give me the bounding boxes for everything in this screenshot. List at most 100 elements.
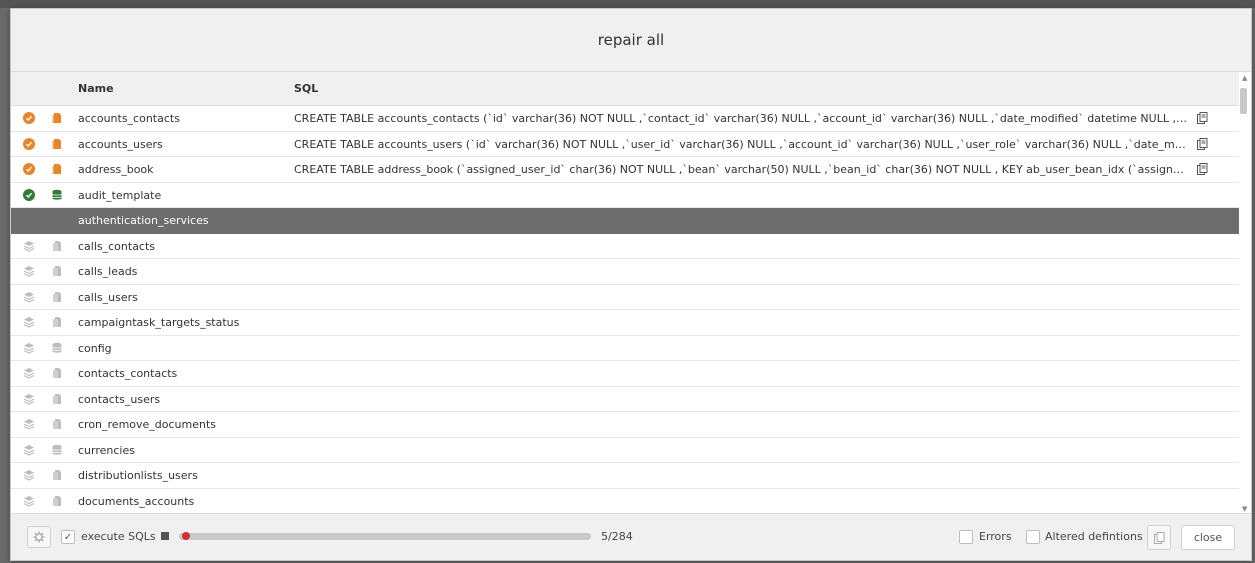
table-name: contacts_users [78, 392, 161, 406]
database-icon [52, 444, 62, 455]
checkmark-icon: ✓ [63, 531, 73, 543]
repair-dialog: repair all Name SQL accounts_contacts CRE… [10, 8, 1252, 561]
close-button-label: close [1193, 531, 1223, 544]
tables-grid: Name SQL accounts_contacts CREATE TABLE a… [11, 72, 1251, 513]
table-name: accounts_users [78, 137, 163, 151]
copy-sql-button[interactable] [1197, 137, 1209, 150]
errors-label: Errors [979, 530, 1012, 543]
column-header-name[interactable]: Name [78, 82, 114, 95]
row-status [23, 469, 35, 481]
table-name: authentication_services [78, 214, 209, 227]
dialog-footer: ✓ execute SQLs 5/284 Errors Altered defi… [11, 513, 1251, 560]
table-row[interactable]: calls_leads [11, 259, 1239, 285]
settings-button[interactable] [27, 526, 51, 548]
table-row[interactable]: distributionlists_users [11, 463, 1239, 489]
row-status [23, 342, 35, 354]
table-row[interactable]: audit_template [11, 183, 1239, 208]
altered-definitions-checkbox[interactable] [1026, 530, 1040, 544]
row-status [23, 265, 35, 277]
table-name: config [78, 341, 112, 355]
column-header-sql[interactable]: SQL [294, 82, 318, 95]
table-row[interactable]: currencies [11, 438, 1239, 463]
grid-scrollbar[interactable]: ▲ ▼ [1239, 72, 1249, 513]
file-icon [53, 291, 61, 302]
row-kind [51, 316, 63, 328]
table-name: calls_contacts [78, 239, 156, 253]
row-kind [51, 138, 63, 150]
execute-sqls-checkbox[interactable]: ✓ [61, 530, 75, 544]
table-row[interactable]: address_book CREATE TABLE address_book (`… [11, 157, 1239, 183]
stop-icon[interactable] [161, 532, 169, 540]
table-row[interactable]: documents_accounts [11, 489, 1239, 514]
file-icon [52, 113, 61, 123]
scrollbar-thumb[interactable] [1240, 88, 1247, 114]
success-warning-icon [23, 137, 35, 150]
layers-icon [23, 291, 35, 303]
success-warning-icon [23, 163, 35, 175]
table-row[interactable]: accounts_contacts CREATE TABLE accounts_c… [11, 106, 1239, 132]
scroll-up-icon[interactable]: ▲ [1242, 74, 1247, 82]
layers-icon [23, 495, 35, 507]
layers-icon [23, 240, 35, 252]
table-row[interactable]: config [11, 336, 1239, 361]
success-warning-icon [23, 112, 35, 124]
row-kind [51, 367, 63, 379]
copy-sql-button[interactable] [1197, 163, 1209, 175]
layers-icon [23, 393, 35, 405]
dialog-title: repair all [597, 31, 665, 49]
row-status [23, 291, 35, 303]
row-kind [51, 418, 63, 430]
row-status [23, 367, 35, 379]
table-name: calls_users [78, 290, 138, 304]
scroll-down-icon[interactable]: ▼ [1242, 505, 1247, 513]
row-status [23, 418, 35, 430]
row-kind [51, 163, 63, 175]
table-row[interactable]: authentication_services [11, 208, 1239, 234]
row-kind [51, 469, 63, 481]
row-status [23, 214, 35, 226]
file-icon [53, 419, 61, 429]
layers-icon [23, 317, 35, 328]
errors-checkbox[interactable] [959, 530, 973, 544]
table-row[interactable]: calls_users [11, 285, 1239, 310]
file-icon [53, 317, 61, 327]
row-status [23, 495, 35, 507]
success-icon [23, 188, 35, 201]
row-status [23, 240, 35, 252]
row-status [23, 316, 35, 328]
table-name: contacts_contacts [78, 367, 178, 380]
execute-sqls-label: execute SQLs [81, 530, 156, 543]
row-kind [51, 214, 63, 226]
table-row[interactable]: contacts_contacts [11, 361, 1239, 387]
layers-icon [23, 266, 35, 277]
copy-all-button[interactable] [1147, 525, 1171, 550]
row-kind [51, 265, 63, 277]
table-name: cron_remove_documents [78, 418, 217, 431]
table-row[interactable]: accounts_users CREATE TABLE accounts_user… [11, 132, 1239, 157]
row-kind [51, 393, 63, 405]
table-row[interactable]: contacts_users [11, 387, 1239, 412]
file-icon [52, 138, 61, 149]
file-icon [53, 470, 61, 480]
row-status [23, 163, 35, 175]
table-name: calls_leads [78, 265, 138, 278]
table-name: currencies [78, 443, 135, 457]
table-sql: CREATE TABLE accounts_users (`id` varcha… [294, 137, 1189, 151]
copy-sql-button[interactable] [1197, 112, 1209, 124]
copy-icon [1153, 531, 1164, 544]
file-icon [53, 368, 61, 378]
database-icon [52, 342, 62, 353]
table-name: audit_template [78, 188, 162, 202]
row-status [23, 112, 35, 124]
table-row[interactable]: campaigntask_targets_status [11, 310, 1239, 336]
table-row[interactable]: calls_contacts [11, 234, 1239, 259]
progress-indicator [182, 532, 191, 540]
row-kind [51, 112, 63, 124]
close-button[interactable]: close [1181, 525, 1235, 550]
row-status [23, 137, 35, 150]
table-row[interactable]: cron_remove_documents [11, 412, 1239, 438]
altered-definitions-label: Altered defintions [1045, 530, 1143, 543]
progress-count: 5/284 [601, 530, 633, 543]
file-icon [53, 495, 61, 506]
row-status [23, 188, 35, 201]
